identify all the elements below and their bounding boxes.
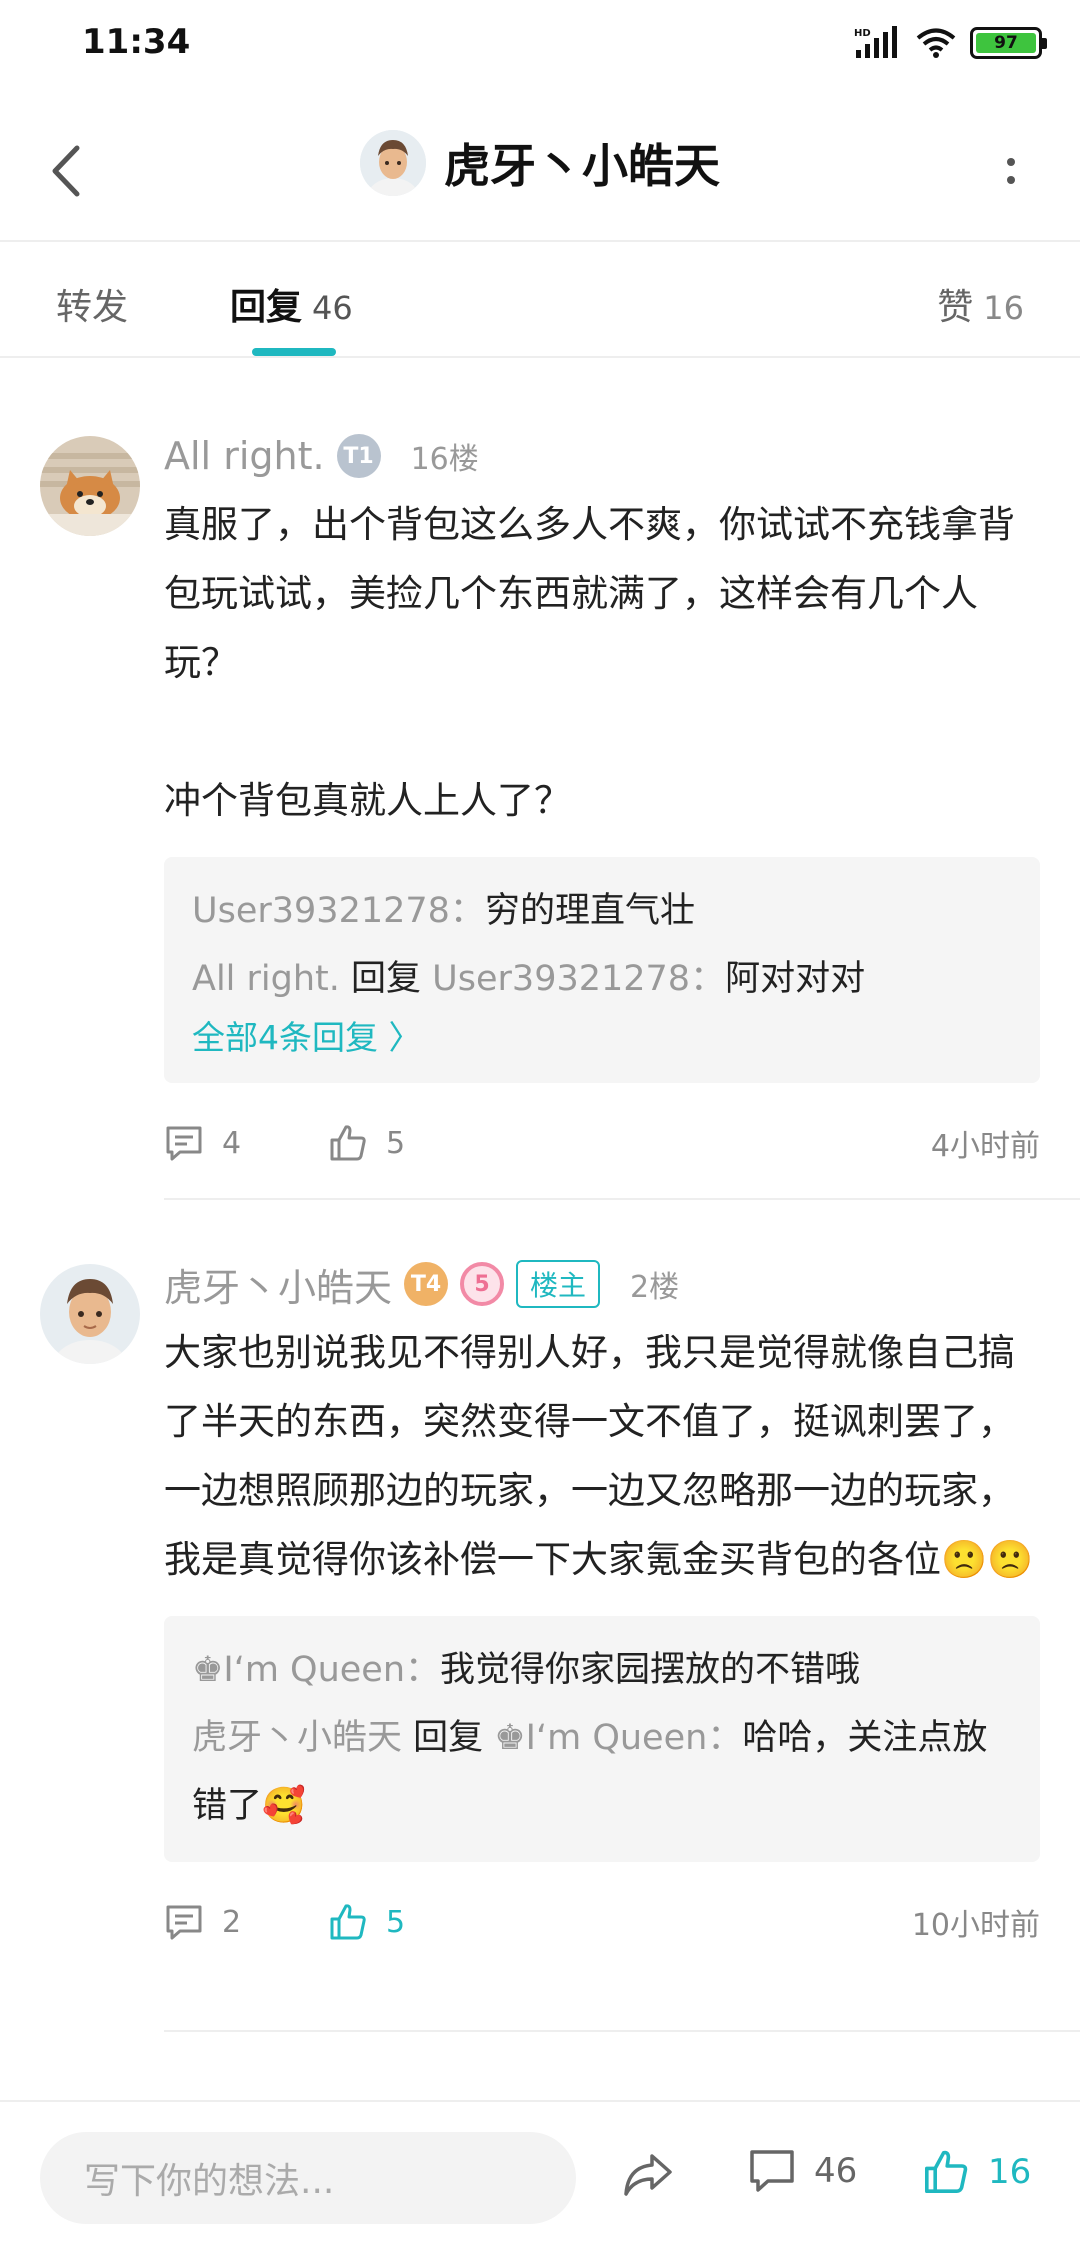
- comment-like-button[interactable]: 5: [328, 1902, 405, 1942]
- dot: [1007, 158, 1015, 166]
- owner-tag: 楼主: [516, 1260, 601, 1308]
- avatar[interactable]: [360, 130, 426, 196]
- floor-number: 16楼: [410, 442, 479, 477]
- comment-time: 10小时前: [911, 1908, 1040, 1943]
- tab-like[interactable]: 赞 16: [937, 278, 1024, 330]
- vip-badge: 5: [460, 1262, 505, 1306]
- comment-input[interactable]: 写下你的想法...: [40, 2132, 576, 2224]
- reply-item: ♚I‘m Queen：我觉得你家园摆放的不错哦: [192, 1636, 1012, 1704]
- bottom-comment-count: 46: [814, 2151, 858, 2191]
- comment-divider: [164, 1198, 1080, 1200]
- reply-item: All right. 回复 User39321278：阿对对对: [192, 945, 1012, 1013]
- reply-user[interactable]: All right.: [192, 959, 340, 999]
- share-button[interactable]: [620, 2150, 676, 2202]
- like-count: 5: [386, 1904, 406, 1940]
- comment-reply-button[interactable]: 2: [164, 1903, 241, 1941]
- share-icon: [624, 2154, 672, 2196]
- battery-level: 97: [976, 33, 1036, 53]
- comment-actions: 2 5 10小时前: [164, 1892, 1040, 1952]
- reply-box[interactable]: ♚I‘m Queen：我觉得你家园摆放的不错哦 虎牙丶小皓天 回复 ♚I‘m Q…: [164, 1616, 1040, 1862]
- wifi-icon: [916, 28, 956, 58]
- reply-text: 穷的理直气壮: [484, 891, 695, 931]
- reply-connector: 回复: [339, 959, 433, 999]
- tab-bar: 转发 回复 46 赞 16: [0, 242, 1080, 357]
- reply-separator: ：: [690, 959, 726, 999]
- tab-reply[interactable]: 回复 46: [230, 278, 353, 330]
- avatar[interactable]: [40, 1264, 140, 1364]
- comment-like-button[interactable]: 5: [328, 1123, 405, 1163]
- avatar[interactable]: [40, 436, 140, 536]
- floor-number: 2楼: [630, 1270, 680, 1305]
- signal-icon: HD: [854, 26, 897, 58]
- user-avatar-icon: [360, 130, 426, 196]
- status-time: 11:34: [82, 22, 191, 62]
- battery-icon: 97: [970, 27, 1047, 59]
- reply-user[interactable]: User39321278: [192, 891, 450, 931]
- thumbs-up-icon: [330, 1904, 366, 1940]
- header-center: 虎牙丶小皓天: [0, 130, 1080, 196]
- reply-user[interactable]: 虎牙丶小皓天: [192, 1718, 402, 1758]
- status-icons: HD 97: [852, 26, 1047, 60]
- reply-box[interactable]: User39321278：穷的理直气壮 All right. 回复 User39…: [164, 857, 1040, 1083]
- comment-text: 大家也别说我见不得别人好，我只是觉得就像自己搞了半天的东西，突然变得一文不值了，…: [164, 1331, 1034, 1581]
- thumbs-up-icon: [925, 2150, 968, 2193]
- comment-actions: 4 5 4小时前: [164, 1113, 1040, 1173]
- comment-text: 真服了，出个背包这么多人不爽，你试试不充钱拿背包玩试试，美捡几个东西就满了，这样…: [164, 503, 1015, 822]
- comment-divider: [164, 2030, 1080, 2032]
- reply-separator: ：: [449, 891, 485, 931]
- tab-reply-count: 46: [312, 289, 353, 327]
- network-label: HD: [854, 28, 871, 39]
- comment-feed[interactable]: All right. T1 16楼 真服了，出个背包这么多人不爽，你试试不充钱拿…: [0, 358, 1080, 2100]
- comment-body: 虎牙丶小皓天 T4 5 楼主 2楼 大家也别说我见不得别人好，我只是觉得就像自己…: [164, 1256, 1040, 1952]
- tab-forward[interactable]: 转发: [56, 278, 128, 330]
- bottom-like-button[interactable]: 16: [922, 2148, 1031, 2196]
- comment-icon: [166, 1126, 202, 1161]
- bottom-like-count: 16: [988, 2152, 1032, 2192]
- like-count: 5: [386, 1125, 406, 1161]
- reply-target-user[interactable]: ♚I‘m Queen: [494, 1718, 707, 1758]
- comment-reply-button[interactable]: 4: [164, 1124, 241, 1162]
- status-bar: 11:34 HD 97: [0, 0, 1080, 90]
- comment-count: 4: [222, 1125, 242, 1161]
- view-all-replies-link[interactable]: 全部4条回复 〉: [192, 1015, 1012, 1061]
- reply-text: 我觉得你家园摆放的不错哦: [440, 1650, 861, 1690]
- comment-username[interactable]: All right.: [164, 434, 325, 478]
- page-title: 虎牙丶小皓天: [444, 139, 720, 193]
- reply-connector: 回复: [402, 1718, 495, 1758]
- reply-item: 虎牙丶小皓天 回复 ♚I‘m Queen：哈哈，关注点放错了🥰: [192, 1704, 1012, 1840]
- comment-meta: 虎牙丶小皓天 T4 5 楼主 2楼: [164, 1256, 1040, 1312]
- comment-username[interactable]: 虎牙丶小皓天: [164, 1257, 392, 1312]
- level-badge: T1: [336, 434, 381, 478]
- reply-item: User39321278：穷的理直气壮: [192, 877, 1012, 945]
- comment-time: 4小时前: [930, 1129, 1040, 1164]
- tab-reply-label: 回复: [230, 287, 303, 328]
- reply-user[interactable]: ♚I‘m Queen: [192, 1650, 405, 1690]
- tab-like-label: 赞: [937, 287, 974, 328]
- comment-icon: [750, 2150, 794, 2192]
- bottom-comment-button[interactable]: 46: [748, 2148, 857, 2194]
- thumbs-up-icon: [330, 1125, 366, 1161]
- more-button[interactable]: [996, 146, 1026, 196]
- reply-target-user[interactable]: User39321278: [432, 959, 690, 999]
- comment-count: 2: [222, 1904, 242, 1940]
- comment-meta: All right. T1 16楼: [164, 428, 1040, 484]
- header: 虎牙丶小皓天: [0, 110, 1080, 240]
- tab-indicator: [252, 348, 336, 356]
- reply-text: 阿对对对: [725, 959, 866, 999]
- level-badge: T4: [404, 1262, 449, 1306]
- reply-separator: ：: [707, 1718, 743, 1758]
- bottom-bar: 写下你的想法... 46 16: [0, 2100, 1080, 2248]
- user-avatar-icon: [40, 1264, 140, 1364]
- dot: [1007, 176, 1015, 184]
- dog-avatar-icon: [40, 436, 140, 536]
- reply-separator: ：: [405, 1650, 441, 1690]
- tab-like-count: 16: [983, 289, 1024, 327]
- comment-body: All right. T1 16楼 真服了，出个背包这么多人不爽，你试试不充钱拿…: [164, 428, 1040, 1173]
- comment-icon: [166, 1905, 202, 1940]
